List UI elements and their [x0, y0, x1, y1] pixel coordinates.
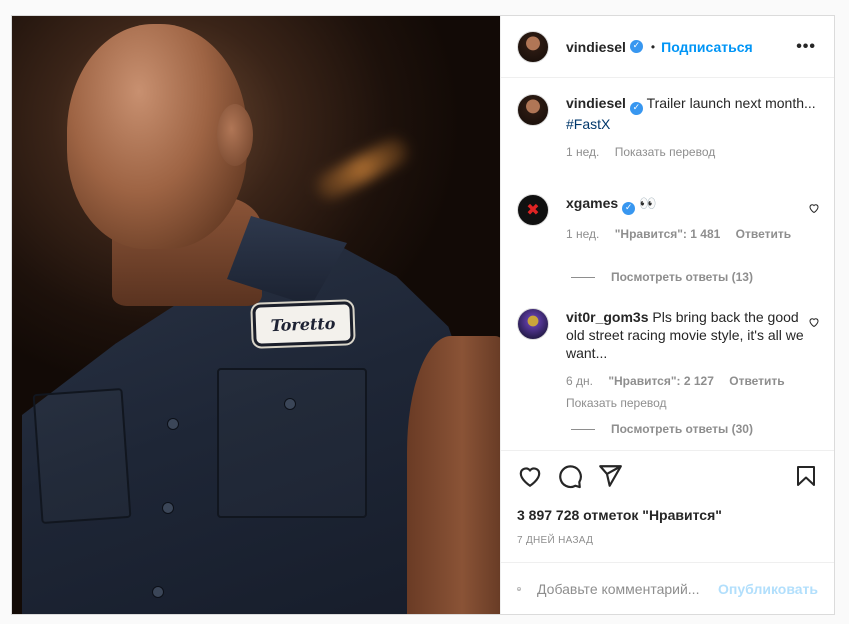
publish-button[interactable]: Опубликовать: [718, 581, 818, 597]
shirt-pocket: [32, 388, 132, 524]
replies-line: [571, 276, 595, 278]
reply-button[interactable]: Ответить: [736, 227, 791, 241]
comment-username[interactable]: xgames: [566, 195, 618, 211]
ear: [217, 104, 253, 166]
shirt-button: [162, 502, 174, 514]
reply-button[interactable]: Ответить: [729, 374, 784, 388]
shirt-pocket: [217, 368, 367, 518]
caption-username[interactable]: vindiesel: [566, 95, 626, 111]
comment-like-heart-icon[interactable]: [808, 316, 820, 331]
comment-text: 👀: [639, 195, 657, 211]
caption-row: vindiesel ✓ Trailer launch next month... …: [517, 94, 820, 161]
shirt-button: [152, 586, 164, 598]
post-header: vindiesel ✓ • Подписаться •••: [501, 16, 834, 78]
header-username[interactable]: vindiesel: [566, 39, 626, 55]
comment-input[interactable]: [537, 580, 719, 597]
caption-time[interactable]: 1 нед.: [566, 145, 599, 159]
comment-username[interactable]: vit0r_gom3s: [566, 309, 648, 325]
view-replies-button[interactable]: Посмотреть ответы (30): [571, 422, 753, 436]
paper-plane-icon[interactable]: [597, 463, 623, 489]
likes-count[interactable]: 3 897 728 отметок "Нравится": [517, 507, 722, 523]
hashtag-link[interactable]: #FastX: [566, 116, 610, 132]
translate-button[interactable]: Показать перевод: [615, 145, 716, 159]
verified-badge-icon: ✓: [629, 40, 643, 53]
shirt-button: [167, 418, 179, 430]
background-light: [311, 134, 413, 204]
comment-like-heart-icon[interactable]: [808, 202, 820, 217]
follow-button[interactable]: Подписаться: [661, 39, 753, 55]
post-sidebar: vindiesel ✓ • Подписаться ••• vindiesel ✓…: [500, 16, 834, 614]
name-patch: Toretto: [252, 301, 354, 347]
replies-line: [571, 428, 595, 430]
heart-icon[interactable]: [517, 463, 543, 489]
comment-likes[interactable]: "Нравится": 2 127: [608, 374, 714, 388]
comment-row: ✖ xgames ✓ 👀 1 нед. "Нравится": 1 481 Отв…: [517, 194, 820, 243]
verified-badge-icon: ✓: [622, 202, 636, 215]
comment-icon[interactable]: [557, 463, 583, 489]
verified-badge-icon: ✓: [629, 102, 643, 115]
comment-time[interactable]: 6 дн.: [566, 374, 593, 388]
comment-row: vit0r_gom3s Pls bring back the good old …: [517, 308, 820, 412]
post-date[interactable]: 7 ДНЕЙ НАЗАД: [517, 535, 593, 546]
translate-button[interactable]: Показать перевод: [566, 396, 667, 410]
add-comment-bar: Опубликовать: [501, 562, 834, 614]
post-photo[interactable]: Toretto: [12, 16, 500, 614]
comments-list[interactable]: vindiesel ✓ Trailer launch next month... …: [501, 78, 834, 450]
post-container: Toretto vindiesel ✓ • Подписаться ••• vi…: [11, 15, 835, 615]
view-replies-label: Посмотреть ответы (30): [611, 422, 753, 436]
separator-dot: •: [650, 39, 656, 54]
comment-time[interactable]: 1 нед.: [566, 227, 599, 241]
avatar[interactable]: [517, 94, 549, 126]
post-actions: 3 897 728 отметок "Нравится" 7 ДНЕЙ НАЗА…: [501, 450, 834, 562]
shirt-button: [284, 398, 296, 410]
xgames-logo-icon: ✖: [526, 200, 540, 219]
avatar[interactable]: ✖: [517, 194, 549, 226]
caption-text: Trailer launch next month...: [646, 95, 816, 111]
smiley-icon[interactable]: [517, 577, 521, 601]
bookmark-icon[interactable]: [794, 463, 818, 489]
avatar[interactable]: [517, 30, 549, 63]
view-replies-label: Посмотреть ответы (13): [611, 270, 753, 284]
avatar[interactable]: [517, 308, 549, 340]
arm: [407, 336, 500, 614]
more-dots-icon[interactable]: •••: [796, 38, 816, 56]
view-replies-button[interactable]: Посмотреть ответы (13): [571, 270, 753, 284]
comment-likes[interactable]: "Нравится": 1 481: [615, 227, 721, 241]
